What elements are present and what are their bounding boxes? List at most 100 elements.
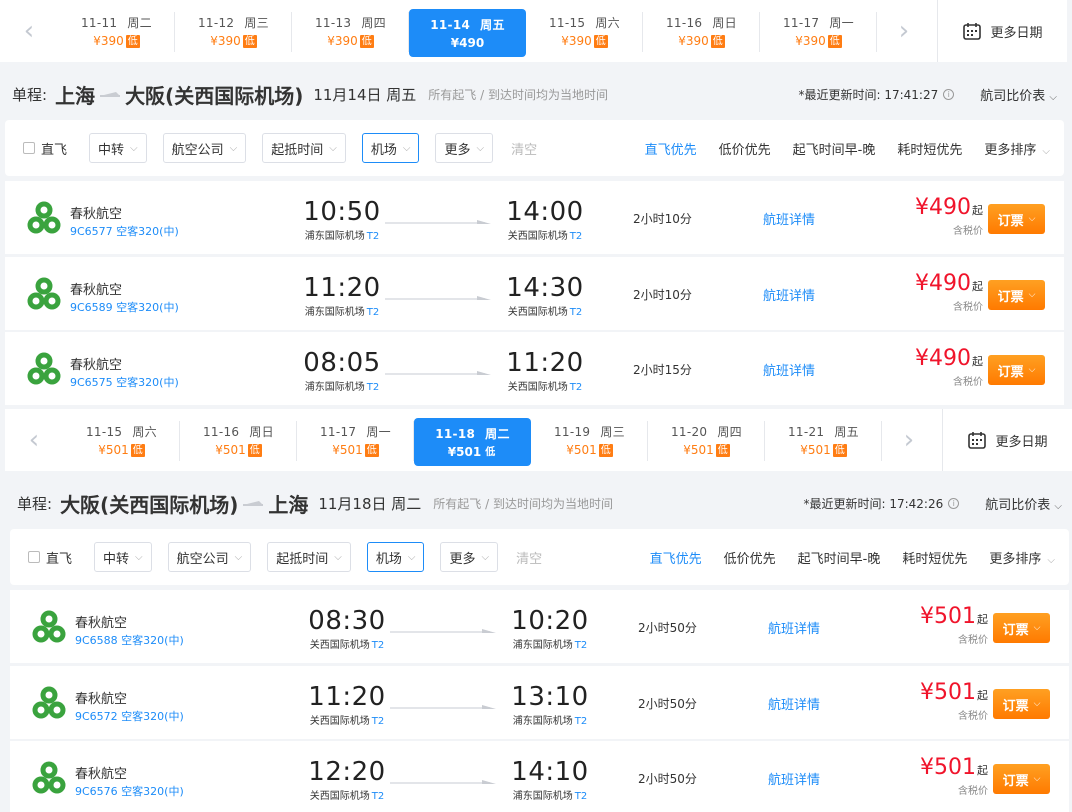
chevron-down-icon: ⌵ xyxy=(1054,500,1062,512)
date-option[interactable]: 11-16 周日 ¥390 低 xyxy=(643,0,760,62)
more-filter-dropdown[interactable]: 更多 ⌵ xyxy=(440,542,499,572)
update-time-text: *最近更新时间: 17:41:27 xyxy=(798,87,939,102)
book-button[interactable]: 订票 ⌵ xyxy=(988,280,1045,310)
flight-details-link[interactable]: 航班详情 xyxy=(763,209,815,228)
sort-dep-early[interactable]: 起飞时间早-晚 xyxy=(793,139,876,158)
date-option[interactable]: 11-14 周五 ¥490 xyxy=(409,9,526,57)
flight-number[interactable]: 9C6577 空客320(中) xyxy=(70,223,179,239)
flight-arrow xyxy=(390,771,496,784)
more-dates-button[interactable]: 更多日期 xyxy=(937,0,1067,62)
flight-duration: 2小时10分 xyxy=(633,212,692,226)
date-price: ¥490 xyxy=(450,36,485,50)
more-filter-dropdown[interactable]: 更多 ⌵ xyxy=(435,133,494,163)
date-day: 11-12 xyxy=(198,16,235,30)
airline-dropdown[interactable]: 航空公司 ⌵ xyxy=(162,133,247,163)
checkbox-box[interactable] xyxy=(23,142,35,154)
chevron-right-icon[interactable]: › xyxy=(880,409,938,471)
date-option[interactable]: 11-11 周二 ¥390 低 xyxy=(58,0,175,62)
chevron-down-icon: ⌵ xyxy=(407,551,416,563)
book-button[interactable]: 订票 ⌵ xyxy=(993,764,1050,794)
sort-short-time[interactable]: 耗时短优先 xyxy=(897,139,962,158)
clear-button[interactable]: 清空 xyxy=(516,548,542,567)
chevron-right-icon[interactable]: › xyxy=(875,0,933,62)
sort-low-price[interactable]: 低价优先 xyxy=(719,139,771,158)
chevron-left-icon[interactable]: ‹ xyxy=(0,0,58,62)
date-price-row: ¥390 低 xyxy=(678,34,725,48)
chevron-down-icon: ⌵ xyxy=(135,551,143,563)
arrival-time: 10:20 xyxy=(511,606,589,636)
date-option[interactable]: 11-21 周五 ¥501 低 xyxy=(765,409,882,471)
time-dropdown[interactable]: 起抵时间 ⌵ xyxy=(262,133,346,163)
book-button[interactable]: 订票 ⌵ xyxy=(988,204,1045,234)
transfer-dropdown[interactable]: 中转 ⌵ xyxy=(94,542,152,572)
flight-number[interactable]: 9C6572 空客320(中) xyxy=(75,708,184,724)
date-label: 11-15 周六 xyxy=(549,14,620,31)
date-option[interactable]: 11-17 周一 ¥390 低 xyxy=(760,0,877,62)
flight-details-link[interactable]: 航班详情 xyxy=(768,769,820,788)
book-button[interactable]: 订票 ⌵ xyxy=(988,355,1045,385)
info-icon[interactable]: i xyxy=(943,88,955,100)
book-label: 订票 xyxy=(997,289,1024,305)
date-option[interactable]: 11-13 周四 ¥390 低 xyxy=(292,0,409,62)
more-dates-button[interactable]: 更多日期 xyxy=(942,409,1072,471)
direct-only-checkbox[interactable]: 直飞 xyxy=(23,139,67,158)
date-price-row: ¥501 低 xyxy=(98,443,145,457)
flight-arrow xyxy=(390,620,496,633)
flight-arrow xyxy=(385,211,491,224)
sort-more[interactable]: 更多排序 ⌵ xyxy=(984,139,1050,158)
time-dropdown[interactable]: 起抵时间 ⌵ xyxy=(267,542,351,572)
date-option[interactable]: 11-15 周六 ¥501 低 xyxy=(63,409,180,471)
compare-label: 航司比价表 xyxy=(980,88,1046,104)
more-dates-label: 更多日期 xyxy=(995,434,1048,450)
low-badge: 低 xyxy=(125,34,140,48)
flight-details-link[interactable]: 航班详情 xyxy=(763,360,815,379)
book-label: 订票 xyxy=(1002,773,1029,789)
departure-time: 08:05 xyxy=(303,348,381,378)
sort-more[interactable]: 更多排序 ⌵ xyxy=(989,548,1055,567)
airline-dropdown[interactable]: 航空公司 ⌵ xyxy=(167,542,252,572)
info-icon[interactable]: i xyxy=(948,497,960,509)
date-option[interactable]: 11-15 周六 ¥390 低 xyxy=(526,0,643,62)
book-button[interactable]: 订票 ⌵ xyxy=(993,689,1050,719)
destination-city: 上海 xyxy=(268,492,309,517)
sort-dep-early[interactable]: 起飞时间早-晚 xyxy=(798,548,881,567)
airline-compare-dropdown[interactable]: 航司比价表 ⌵ xyxy=(980,85,1057,104)
flight-number[interactable]: 9C6589 空客320(中) xyxy=(70,299,179,315)
tax-included-label: 含税价 xyxy=(953,377,983,388)
sort-direct-first[interactable]: 直飞优先 xyxy=(650,548,702,567)
chevron-left-icon[interactable]: ‹ xyxy=(5,409,63,471)
clear-button[interactable]: 清空 xyxy=(511,139,537,158)
departure-airport: 浦东国际机场 T2 xyxy=(297,378,387,393)
sort-low-price[interactable]: 低价优先 xyxy=(724,548,776,567)
checkbox-box[interactable] xyxy=(28,551,40,563)
sort-direct-first[interactable]: 直飞优先 xyxy=(645,139,697,158)
flight-details-link[interactable]: 航班详情 xyxy=(763,285,815,304)
date-option[interactable]: 11-16 周日 ¥501 低 xyxy=(180,409,297,471)
sort-short-time[interactable]: 耗时短优先 xyxy=(902,548,967,567)
departure-time: 08:30 xyxy=(308,606,386,636)
flight-number[interactable]: 9C6575 空客320(中) xyxy=(70,374,179,390)
departure: 12:20 关西国际机场 T2 xyxy=(302,757,392,802)
flight-number[interactable]: 9C6576 空客320(中) xyxy=(75,783,184,799)
date-label: 11-17 周一 xyxy=(320,423,391,440)
direct-only-checkbox[interactable]: 直飞 xyxy=(28,548,72,567)
airline-compare-dropdown[interactable]: 航司比价表 ⌵ xyxy=(985,494,1062,513)
flight-details-link[interactable]: 航班详情 xyxy=(768,618,820,637)
calendar-icon xyxy=(968,432,987,449)
date-option[interactable]: 11-19 周三 ¥501 低 xyxy=(531,409,648,471)
date-option[interactable]: 11-12 周三 ¥390 低 xyxy=(175,0,292,62)
flight-details-link[interactable]: 航班详情 xyxy=(768,694,820,713)
date-option[interactable]: 11-20 周四 ¥501 低 xyxy=(648,409,765,471)
arrival-time: 13:10 xyxy=(511,682,589,712)
airport-dropdown[interactable]: 机场 ⌵ xyxy=(366,542,425,572)
low-badge: 低 xyxy=(242,34,257,48)
date-option[interactable]: 11-17 周一 ¥501 低 xyxy=(297,409,414,471)
flight-number[interactable]: 9C6588 空客320(中) xyxy=(75,632,184,648)
book-button[interactable]: 订票 ⌵ xyxy=(993,613,1050,643)
date-option[interactable]: 11-18 周二 ¥501 低 xyxy=(414,418,531,466)
price-from-suffix: 起 xyxy=(972,355,983,368)
transfer-dropdown[interactable]: 中转 ⌵ xyxy=(89,133,147,163)
destination-city: 大阪(关西国际机场) xyxy=(125,83,304,108)
flight-price: ¥501起 xyxy=(920,604,988,629)
airport-dropdown[interactable]: 机场 ⌵ xyxy=(361,133,420,163)
